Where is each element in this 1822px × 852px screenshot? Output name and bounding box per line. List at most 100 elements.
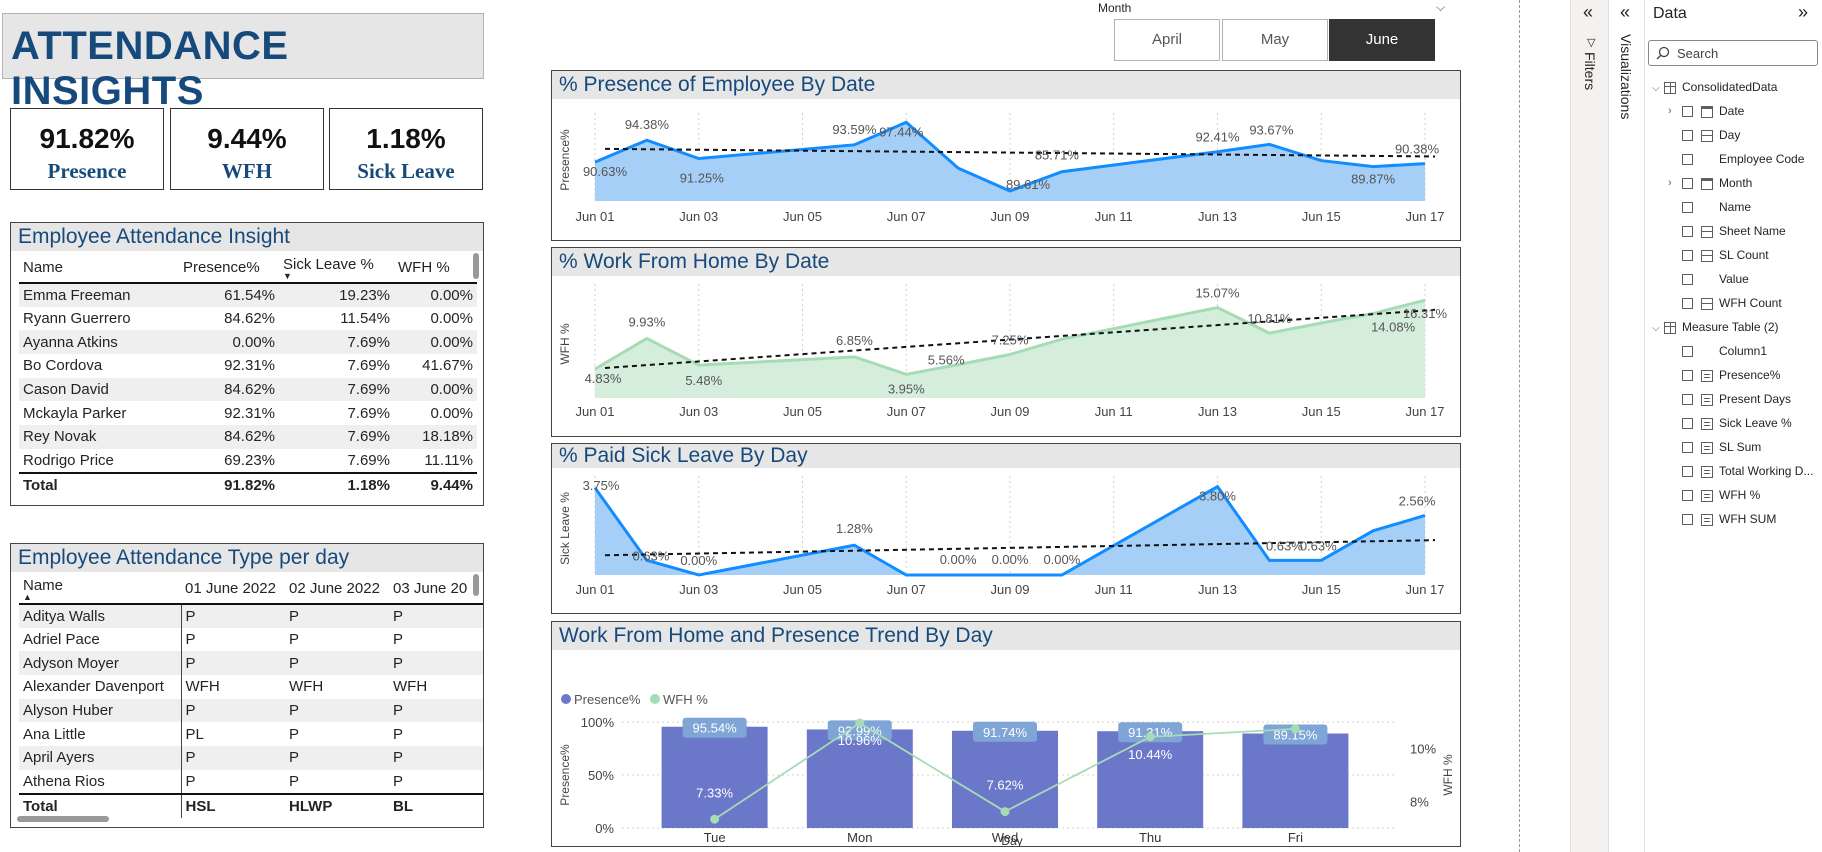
total-value: 1.18%: [279, 471, 394, 497]
visualizations-pane-label[interactable]: Visualizations: [1618, 34, 1634, 119]
field-checkbox[interactable]: [1682, 466, 1693, 478]
kpi-card-wfh[interactable]: 9.44% WFH: [170, 108, 324, 190]
field-list-field[interactable]: Value: [1668, 269, 1749, 289]
expand-right-icon[interactable]: »: [1798, 2, 1808, 23]
table-row[interactable]: Alexander Davenport WFH WFH WFH: [19, 675, 483, 699]
table-scrollbar[interactable]: [473, 253, 479, 279]
field-checkbox[interactable]: [1682, 106, 1693, 118]
kpi-card-sick-leave[interactable]: 1.18% Sick Leave: [329, 108, 483, 190]
table-row[interactable]: Cason David 84.62% 7.69% 0.00%: [19, 377, 477, 402]
collapse-left-icon[interactable]: «: [1620, 2, 1630, 23]
field-list-field[interactable]: Present Days: [1668, 389, 1791, 409]
field-checkbox[interactable]: [1682, 418, 1693, 430]
field-list-field[interactable]: › Month: [1668, 173, 1752, 193]
table-row[interactable]: Ana Little PL P P: [19, 722, 483, 747]
field-list-field[interactable]: Column1: [1668, 341, 1767, 361]
table-row[interactable]: April Ayers P P P: [19, 746, 483, 770]
filters-pane-collapsed[interactable]: « ▽ Filters: [1570, 0, 1608, 852]
row-value-cell: P: [393, 631, 404, 649]
collapse-left-icon[interactable]: «: [1583, 2, 1593, 23]
field-list-field[interactable]: Name: [1668, 197, 1751, 217]
sick-leave-area-chart: Jun 01 Jun 03 Jun 05 Jun 07 Jun 09 Jun 11 Jun …: [558, 476, 1445, 597]
y-axis-label: Presence%: [558, 744, 572, 806]
table-row[interactable]: Ryann Guerrero 84.62% 11.54% 0.00%: [19, 307, 477, 331]
field-list-table[interactable]: ⌵ Measure Table (2): [1652, 317, 1779, 337]
month-option-may[interactable]: May: [1222, 19, 1328, 61]
table-row[interactable]: Adyson Moyer P P P: [19, 651, 483, 676]
column-header-day-3[interactable]: 03 June 20: [389, 574, 483, 605]
field-list-table[interactable]: ⌵ ConsolidatedData: [1652, 77, 1777, 97]
field-list-field[interactable]: Sick Leave %: [1668, 413, 1792, 433]
chevron-down-icon[interactable]: ⌵: [1652, 79, 1664, 99]
total-value: HSL: [181, 792, 285, 818]
field-list-field[interactable]: Sheet Name: [1668, 221, 1786, 241]
data-label: 1.28%: [836, 521, 873, 536]
column-header-wfh[interactable]: WFH %: [394, 253, 477, 284]
field-checkbox[interactable]: [1682, 154, 1693, 166]
field-checkbox[interactable]: [1682, 442, 1693, 454]
field-checkbox[interactable]: [1682, 346, 1693, 358]
column-header-day-1[interactable]: 01 June 2022: [181, 574, 285, 605]
field-checkbox[interactable]: [1682, 178, 1693, 190]
attendance-type-matrix[interactable]: Employee Attendance Type per day Name ▲ …: [10, 543, 484, 828]
table-horizontal-scrollbar[interactable]: [17, 816, 109, 822]
table-vertical-scrollbar[interactable]: [473, 574, 479, 596]
table-row[interactable]: Mckayla Parker 92.31% 7.69% 0.00%: [19, 401, 477, 425]
month-option-june[interactable]: June: [1329, 19, 1435, 61]
field-list-field[interactable]: › Date: [1668, 101, 1744, 121]
field-checkbox[interactable]: [1682, 514, 1693, 526]
presence-by-date-chart[interactable]: % Presence of Employee By Date Jun 01 Jun…: [551, 70, 1461, 241]
field-list-field[interactable]: WFH %: [1668, 485, 1760, 505]
column-header-sick-leave[interactable]: Sick Leave % ▼: [279, 253, 394, 284]
month-option-april[interactable]: April: [1114, 19, 1220, 61]
field-checkbox[interactable]: [1682, 394, 1693, 406]
field-checkbox[interactable]: [1682, 226, 1693, 238]
field-list-field[interactable]: WFH SUM: [1668, 509, 1776, 529]
column-header-day-2[interactable]: 02 June 2022: [285, 574, 389, 605]
table-row[interactable]: Adriel Pace P P P: [19, 627, 483, 652]
attendance-insight-table[interactable]: Employee Attendance Insight Name Presenc…: [10, 222, 484, 506]
wfh-by-date-chart[interactable]: % Work From Home By Date Jun 01 Jun 03 Jun…: [551, 247, 1461, 437]
field-checkbox[interactable]: [1682, 202, 1693, 214]
field-list-field[interactable]: Total Working D...: [1668, 461, 1813, 481]
column-header-name[interactable]: Name: [19, 253, 179, 284]
wfh-presence-trend-chart[interactable]: Work From Home and Presence Trend By Day…: [551, 621, 1461, 848]
field-checkbox[interactable]: [1682, 130, 1693, 142]
data-label: 7.25%: [992, 333, 1029, 348]
column-header-presence[interactable]: Presence%: [179, 253, 279, 284]
table-row[interactable]: Alyson Huber P P P: [19, 698, 483, 723]
total-row: Total HSL HLWP BL: [19, 792, 483, 818]
filters-pane-label[interactable]: Filters: [1582, 52, 1598, 90]
field-list-field[interactable]: WFH Count: [1668, 293, 1782, 313]
data-label: 10.44%: [1128, 747, 1173, 762]
table-row[interactable]: Rey Novak 84.62% 7.69% 18.18%: [19, 425, 477, 449]
table-row[interactable]: Athena Rios P P P: [19, 769, 483, 794]
field-checkbox[interactable]: [1682, 250, 1693, 262]
table-row[interactable]: Rodrigo Price 69.23% 7.69% 11.11%: [19, 449, 477, 473]
table-row[interactable]: Ayanna Atkins 0.00% 7.69% 0.00%: [19, 330, 477, 355]
field-checkbox[interactable]: [1682, 490, 1693, 502]
visualizations-pane-collapsed[interactable]: « Visualizations: [1608, 0, 1644, 852]
data-search-input[interactable]: Search: [1648, 40, 1818, 66]
column-header-name[interactable]: Name ▲: [19, 574, 181, 605]
sick-leave-by-day-chart[interactable]: % Paid Sick Leave By Day Jun 01 Jun 03 Jun…: [551, 443, 1461, 614]
chevron-down-icon[interactable]: ⌵: [1652, 319, 1664, 339]
x-tick-label: Jun 15: [1302, 582, 1341, 597]
kpi-card-presence[interactable]: 91.82% Presence: [10, 108, 164, 190]
chevron-right-icon[interactable]: ›: [1668, 101, 1672, 121]
table-row[interactable]: Aditya Walls P P P: [19, 604, 483, 628]
field-list-field[interactable]: Presence%: [1668, 365, 1780, 385]
field-list-field[interactable]: SL Sum: [1668, 437, 1761, 457]
table-row[interactable]: Emma Freeman 61.54% 19.23% 0.00%: [19, 283, 477, 307]
table-row[interactable]: Bo Cordova 92.31% 7.69% 41.67%: [19, 354, 477, 378]
field-checkbox[interactable]: [1682, 274, 1693, 286]
field-list-field[interactable]: Day: [1668, 125, 1740, 145]
chevron-right-icon[interactable]: ›: [1668, 173, 1672, 193]
row-name-cell: Adriel Pace: [19, 627, 182, 652]
line-point: [710, 814, 720, 824]
field-list-field[interactable]: SL Count: [1668, 245, 1769, 265]
field-checkbox[interactable]: [1682, 298, 1693, 310]
field-list-field[interactable]: Employee Code: [1668, 149, 1804, 169]
field-checkbox[interactable]: [1682, 370, 1693, 382]
chevron-down-icon[interactable]: ⌵: [1436, 0, 1445, 15]
